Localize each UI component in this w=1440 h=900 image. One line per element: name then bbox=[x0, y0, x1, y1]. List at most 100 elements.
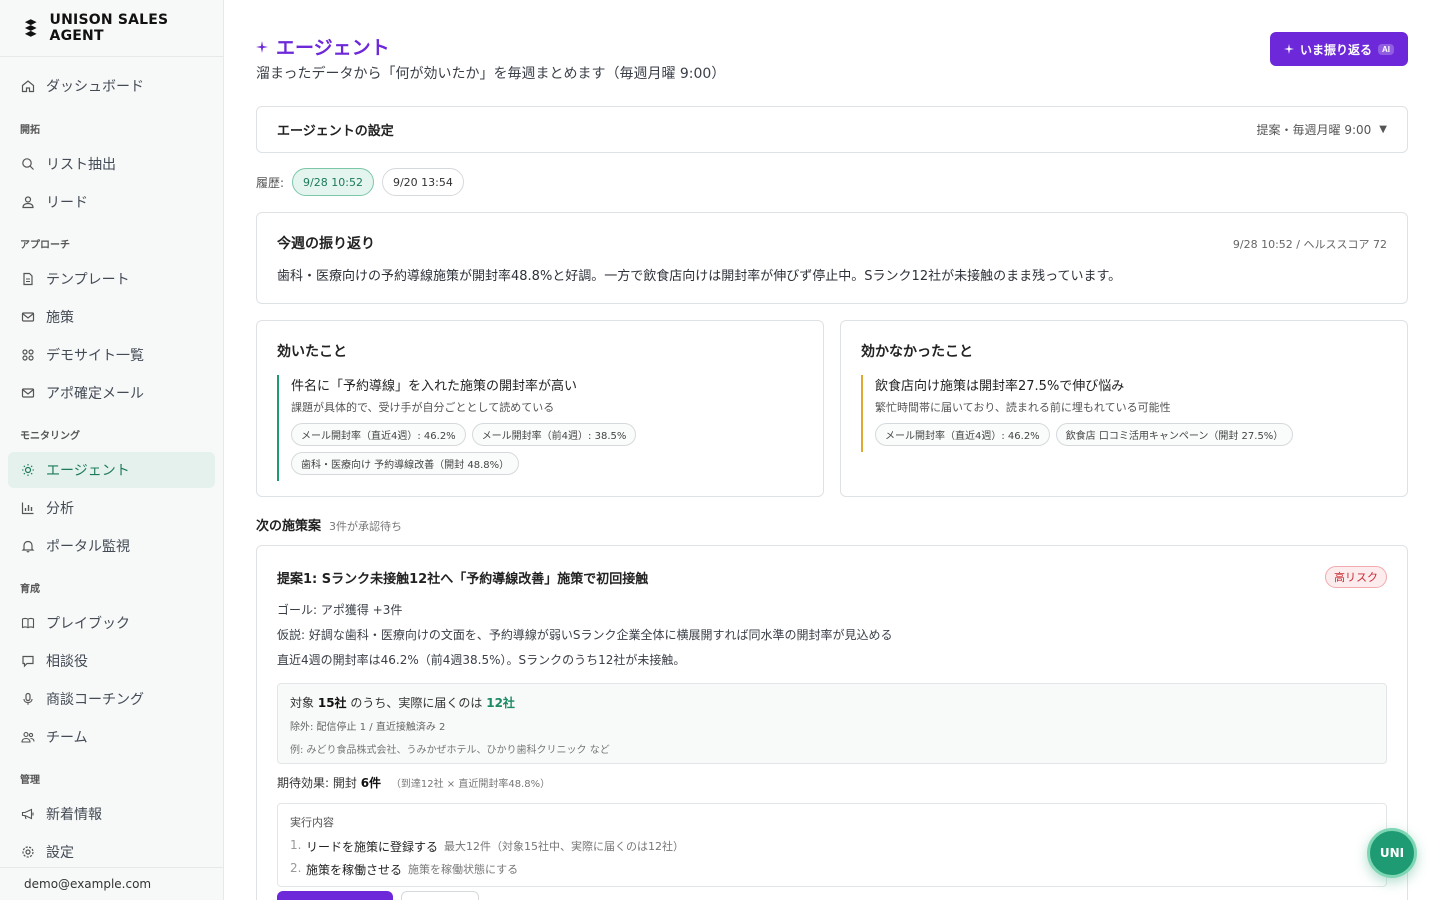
sidebar-nav: ダッシュボード 開拓 リスト抽出 リード アプローチ テンプレート 施策 デモサ… bbox=[0, 68, 223, 870]
review-now-button[interactable]: いま振り返る AI bbox=[1269, 32, 1408, 66]
sidebar-item-label: プレイブック bbox=[46, 616, 130, 632]
proposal-actions bbox=[277, 891, 479, 900]
sidebar-item-label: 施策 bbox=[46, 310, 74, 326]
what-didnt-work-item-desc: 繁忙時間帯に届いており、読まれる前に埋もれている可能性 bbox=[875, 401, 1171, 414]
section-label-training: 育成 bbox=[20, 584, 40, 595]
sidebar-item-advisor[interactable]: 相談役 bbox=[8, 643, 215, 679]
expected-effect-note: （到達12社 × 直近開封率48.8%） bbox=[390, 779, 551, 790]
proposal-title: 提案1: Sランク未接触12社へ「予約導線改善」施策で初回接触 bbox=[277, 572, 649, 587]
next-actions-heading: 次の施策案 3件が承認待ち bbox=[256, 515, 402, 534]
approve-button[interactable] bbox=[277, 891, 393, 900]
section-label-approach: アプローチ bbox=[20, 240, 70, 251]
target-reach: 12社 bbox=[486, 696, 515, 710]
history-label: 履歴: bbox=[256, 175, 285, 190]
evidence-tag[interactable]: メール開封率（直近4週）: 46.2% bbox=[875, 423, 1050, 446]
history-bar: 履歴: 9/28 10:52 9/20 13:54 bbox=[256, 168, 472, 196]
mail-icon bbox=[20, 385, 36, 401]
sidebar-item-analytics[interactable]: 分析 bbox=[8, 490, 215, 526]
what-didnt-work-item-title: 飲食店向け施策は開封率27.5%で伸び悩み bbox=[875, 379, 1125, 394]
sidebar-item-label: リード bbox=[46, 195, 88, 211]
chat-icon bbox=[20, 653, 36, 669]
target-prefix: 対象 bbox=[290, 696, 315, 710]
sidebar-item-templates[interactable]: テンプレート bbox=[8, 261, 215, 297]
target-exclusions: 除外: 配信停止 1 / 直近接触済み 2 bbox=[290, 722, 446, 733]
target-total: 15社 bbox=[317, 696, 347, 710]
sidebar-item-label: リスト抽出 bbox=[46, 157, 116, 173]
document-icon bbox=[20, 271, 36, 287]
what-worked-item-desc: 課題が具体的で、受け手が自分ごととして読めている bbox=[291, 401, 555, 414]
bar-chart-icon bbox=[20, 500, 36, 516]
sidebar-item-agent[interactable]: エージェント bbox=[8, 452, 215, 488]
what-worked-title: 効いたこと bbox=[277, 344, 347, 360]
sidebar-item-label: 分析 bbox=[46, 501, 74, 517]
agent-settings-schedule: 提案・毎週月曜 9:00 bbox=[1256, 123, 1372, 137]
execution-step: 2. 施策を稼働させる 施策を稼働状態にする bbox=[290, 861, 1374, 878]
sidebar-item-list-extract[interactable]: リスト抽出 bbox=[8, 146, 215, 182]
sidebar-item-dashboard[interactable]: ダッシュボード bbox=[8, 68, 215, 104]
sidebar: UNISON SALES AGENT ダッシュボード 開拓 リスト抽出 リード … bbox=[0, 0, 224, 900]
execution-box: 実行内容 1. リードを施策に登録する 最大12件（対象15社中、実際に届くのは… bbox=[277, 803, 1387, 887]
page-title: エージェント bbox=[256, 33, 390, 60]
agent-settings-title: エージェントの設定 bbox=[277, 124, 394, 139]
execution-label: 実行内容 bbox=[290, 816, 334, 829]
expected-effect-value: 6件 bbox=[360, 776, 382, 790]
sidebar-item-label: アポ確定メール bbox=[46, 386, 144, 402]
uni-assistant-button[interactable]: UNI bbox=[1367, 828, 1417, 878]
account-email-text: demo@example.com bbox=[24, 877, 152, 891]
next-actions-title: 次の施策案 bbox=[256, 519, 322, 534]
evidence-tag[interactable]: 飲食店 口コミ活用キャンペーン（開封 27.5%） bbox=[1055, 423, 1294, 446]
sparkle-icon bbox=[1283, 44, 1294, 54]
mail-icon bbox=[20, 309, 36, 325]
evidence-tag[interactable]: メール開封率（前4週）: 38.5% bbox=[471, 423, 637, 446]
caret-down-icon: ▼ bbox=[1379, 124, 1387, 135]
step-detail: 施策を稼働状態にする bbox=[408, 863, 519, 876]
bell-icon bbox=[20, 538, 36, 554]
what-didnt-work-card: 効かなかったこと 飲食店向け施策は開封率27.5%で伸び悩み 繁忙時間帯に届いて… bbox=[840, 320, 1408, 497]
sidebar-item-label: 新着情報 bbox=[46, 807, 102, 823]
grid-icon bbox=[20, 347, 36, 363]
sidebar-item-label: 相談役 bbox=[46, 654, 88, 670]
sidebar-item-campaigns[interactable]: 施策 bbox=[8, 299, 215, 335]
sidebar-item-news[interactable]: 新着情報 bbox=[8, 796, 215, 832]
weekly-review-title: 今週の振り返り bbox=[277, 236, 375, 252]
sidebar-item-playbook[interactable]: プレイブック bbox=[8, 605, 215, 641]
step-action: 施策を稼働させる bbox=[306, 863, 403, 877]
sidebar-item-label: チーム bbox=[46, 730, 88, 746]
main-content: エージェント 溜まったデータから「何が効いたか」を毎週まとめます（毎週月曜 9:… bbox=[224, 0, 1440, 900]
evidence-tag[interactable]: 歯科・医療向け 予約導線改善（開封 48.8%） bbox=[291, 452, 520, 475]
sun-icon bbox=[20, 462, 36, 478]
agent-settings-meta: 提案・毎週月曜 9:00 ▼ bbox=[1257, 121, 1387, 138]
secondary-button[interactable] bbox=[401, 891, 479, 900]
section-label-admin: 管理 bbox=[20, 775, 40, 786]
step-action: リードを施策に登録する bbox=[306, 840, 439, 854]
ai-badge: AI bbox=[1378, 43, 1394, 55]
sidebar-item-settings[interactable]: 設定 bbox=[8, 834, 215, 870]
proposal-goal: ゴール: アポ獲得 +3件 bbox=[277, 603, 403, 617]
history-pill[interactable]: 9/20 13:54 bbox=[381, 168, 464, 196]
history-pill-active[interactable]: 9/28 10:52 bbox=[292, 168, 374, 196]
evidence-tag[interactable]: メール開封率（直近4週）: 46.2% bbox=[291, 423, 466, 446]
sidebar-item-label: テンプレート bbox=[46, 272, 130, 288]
evidence-tags: メール開封率（直近4週）: 46.2% メール開封率（前4週）: 38.5% 歯… bbox=[291, 423, 803, 481]
sidebar-item-demo-sites[interactable]: デモサイト一覧 bbox=[8, 337, 215, 373]
page-title-text: エージェント bbox=[276, 37, 390, 59]
sidebar-item-coaching[interactable]: 商談コーチング bbox=[8, 681, 215, 717]
review-now-label: いま振り返る bbox=[1299, 42, 1372, 57]
target-mid: のうち、実際に届くのは bbox=[350, 696, 483, 710]
page-subtitle: 溜まったデータから「何が効いたか」を毎週まとめます（毎週月曜 9:00） bbox=[256, 66, 726, 82]
sidebar-item-portal-monitor[interactable]: ポータル監視 bbox=[8, 528, 215, 564]
weekly-review-text: 歯科・医療向けの予約導線施策が開封率48.8%と好調。一方で飲食店向けは開封率が… bbox=[277, 269, 1122, 284]
target-examples: 例: みどり食品株式会社、うみかぜホテル、ひかり歯科クリニック など bbox=[290, 745, 610, 756]
sidebar-item-appointment-mail[interactable]: アポ確定メール bbox=[8, 375, 215, 411]
agent-settings-accordion[interactable]: エージェントの設定 提案・毎週月曜 9:00 ▼ bbox=[256, 106, 1408, 153]
what-worked-item: 件名に「予約導線」を入れた施策の開封率が高い 課題が具体的で、受け手が自分ごとと… bbox=[277, 375, 803, 481]
gear-icon bbox=[20, 844, 36, 860]
account-email[interactable]: demo@example.com bbox=[0, 867, 224, 900]
megaphone-icon bbox=[20, 806, 36, 822]
weekly-review-card: 今週の振り返り 9/28 10:52 / ヘルススコア 72 歯科・医療向けの予… bbox=[256, 212, 1408, 304]
brand[interactable]: UNISON SALES AGENT bbox=[0, 0, 223, 57]
sidebar-item-leads[interactable]: リード bbox=[8, 184, 215, 220]
sidebar-item-team[interactable]: チーム bbox=[8, 719, 215, 755]
section-label-monitoring: モニタリング bbox=[20, 431, 80, 442]
sidebar-item-label: 設定 bbox=[46, 845, 74, 861]
